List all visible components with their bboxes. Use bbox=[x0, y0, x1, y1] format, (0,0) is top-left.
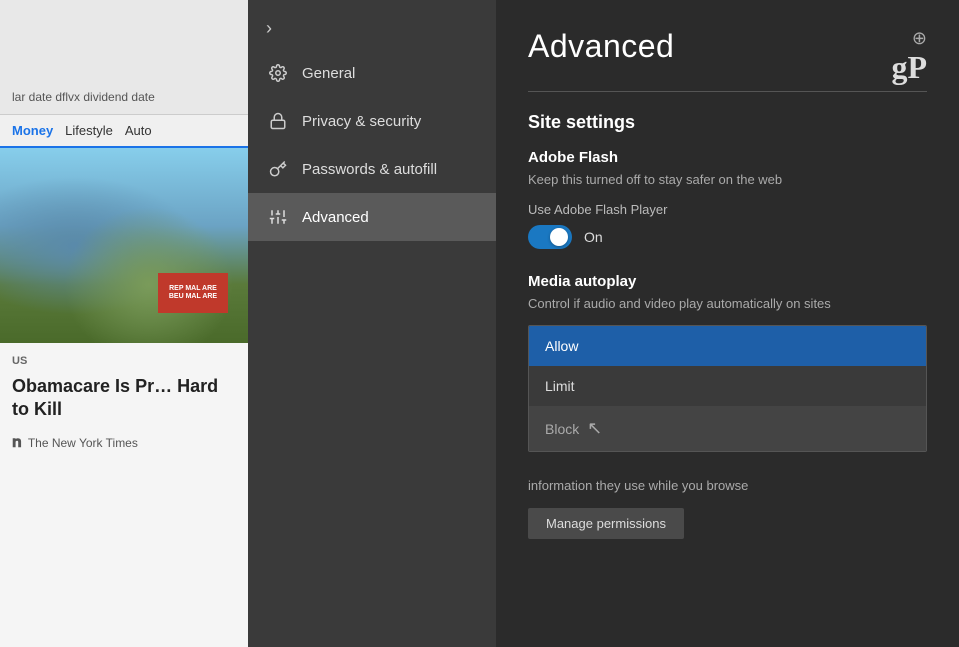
browser-content: lar date dflvx dividend date Money Lifes… bbox=[0, 0, 248, 647]
sidebar-item-general[interactable]: General bbox=[248, 49, 496, 97]
sidebar-item-passwords-label: Passwords & autofill bbox=[302, 161, 437, 178]
browser-nav: Money Lifestyle Auto bbox=[0, 115, 248, 148]
media-autoplay-title: Media autoplay bbox=[528, 273, 927, 290]
article-category: US bbox=[0, 343, 248, 371]
lock-icon bbox=[268, 111, 288, 131]
browser-article: REP MAL AREBEU MAL ARE US Obamacare Is P… bbox=[0, 148, 248, 456]
media-autoplay-description: Control if audio and video play automati… bbox=[528, 294, 927, 314]
sidebar-back-chevron[interactable]: › bbox=[248, 8, 496, 49]
settings-header: Advanced ⊕ gP bbox=[528, 28, 927, 83]
browser-search-text: lar date dflvx dividend date bbox=[12, 89, 155, 106]
adobe-flash-title: Adobe Flash bbox=[528, 149, 927, 166]
nav-item-lifestyle[interactable]: Lifestyle bbox=[65, 123, 113, 138]
autoplay-dropdown: Allow Limit Block ↖ bbox=[528, 325, 927, 452]
gp-logo: gP bbox=[891, 51, 927, 83]
article-source: 𝐧 The New York Times bbox=[0, 430, 248, 456]
site-settings-label: Site settings bbox=[528, 112, 927, 133]
browser-top: lar date dflvx dividend date bbox=[0, 0, 248, 115]
sliders-icon bbox=[268, 207, 288, 227]
adobe-flash-section: Adobe Flash Keep this turned off to stay… bbox=[528, 149, 927, 249]
toggle-knob bbox=[550, 228, 568, 246]
partial-text: information they use while you browse bbox=[528, 476, 927, 496]
manage-permissions-button[interactable]: Manage permissions bbox=[528, 508, 684, 539]
dropdown-option-allow[interactable]: Allow bbox=[529, 326, 926, 366]
key-icon bbox=[268, 159, 288, 179]
sidebar-menu: › General Privacy & security Passwords &… bbox=[248, 0, 496, 647]
gear-icon bbox=[268, 63, 288, 83]
article-title: Obamacare Is Pr… Hard to Kill bbox=[0, 371, 248, 430]
dropdown-option-limit[interactable]: Limit bbox=[529, 366, 926, 406]
sidebar-item-advanced[interactable]: Advanced bbox=[248, 193, 496, 241]
use-adobe-flash-label: Use Adobe Flash Player bbox=[528, 202, 667, 217]
article-sign: REP MAL AREBEU MAL ARE bbox=[158, 273, 228, 313]
settings-panel: Advanced ⊕ gP Site settings Adobe Flash … bbox=[496, 0, 959, 647]
sidebar-item-advanced-label: Advanced bbox=[302, 209, 369, 226]
nav-item-auto[interactable]: Auto bbox=[125, 123, 152, 138]
settings-divider bbox=[528, 91, 927, 92]
toggle-container: On bbox=[528, 225, 927, 249]
sidebar-item-general-label: General bbox=[302, 65, 355, 82]
dropdown-option-block[interactable]: Block ↖ bbox=[529, 406, 926, 451]
settings-logo: ⊕ gP bbox=[891, 28, 927, 83]
adobe-flash-description: Keep this turned off to stay safer on th… bbox=[528, 170, 927, 190]
sidebar-item-passwords[interactable]: Passwords & autofill bbox=[248, 145, 496, 193]
media-autoplay-section: Media autoplay Control if audio and vide… bbox=[528, 273, 927, 453]
toggle-on-label: On bbox=[584, 229, 603, 245]
adobe-flash-toggle[interactable] bbox=[528, 225, 572, 249]
pin-icon: ⊕ bbox=[912, 28, 927, 49]
sidebar-item-privacy[interactable]: Privacy & security bbox=[248, 97, 496, 145]
nyt-logo-icon: 𝐧 bbox=[12, 434, 22, 452]
settings-title: Advanced bbox=[528, 28, 674, 65]
nav-item-money[interactable]: Money bbox=[12, 123, 53, 148]
adobe-flash-toggle-row: Use Adobe Flash Player bbox=[528, 202, 927, 217]
cursor-icon: ↖ bbox=[587, 418, 602, 439]
sidebar-item-privacy-label: Privacy & security bbox=[302, 113, 421, 130]
article-image: REP MAL AREBEU MAL ARE bbox=[0, 148, 248, 343]
